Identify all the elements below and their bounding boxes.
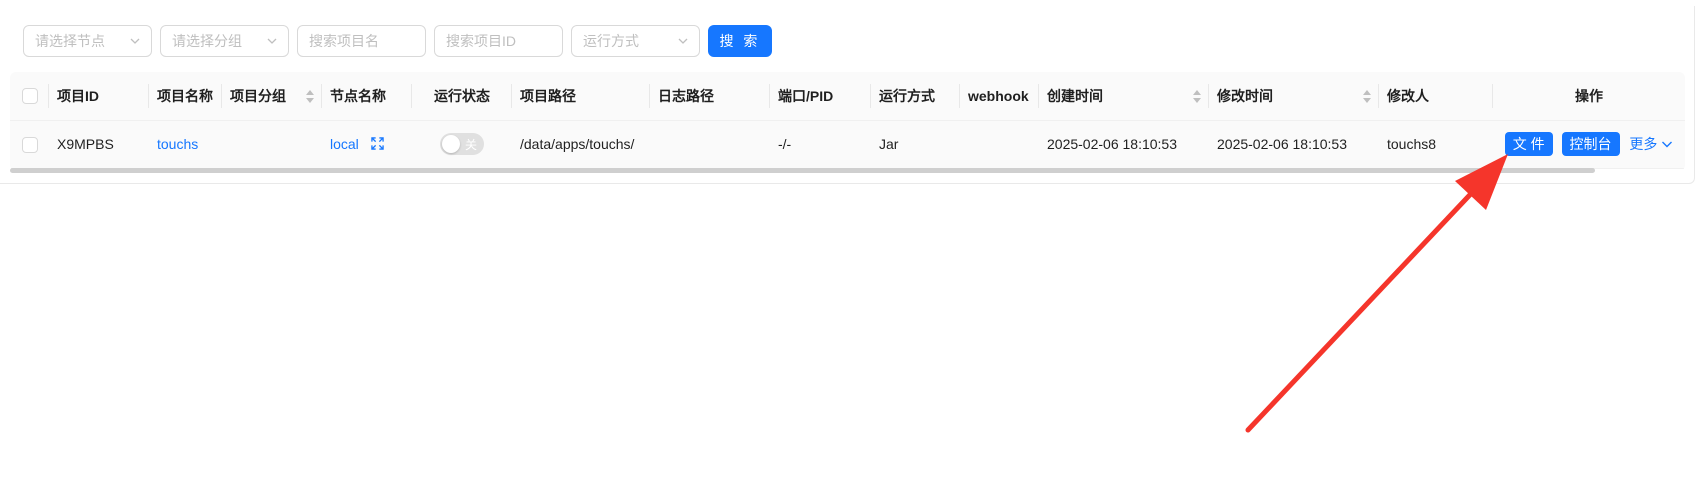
run-mode-select[interactable]: 运行方式 [571, 25, 700, 57]
filter-bar: 请选择节点 请选择分组 搜索项目名 搜索项目ID 运行方式 搜 索 [23, 25, 772, 57]
project-name-link[interactable]: touchs [157, 136, 198, 152]
table-row: X9MPBS touchs local 关 /data/apps/touchs/ [10, 120, 1685, 169]
group-select[interactable]: 请选择分组 [160, 25, 289, 57]
project-name-cell: touchs [149, 120, 222, 169]
group-select-placeholder: 请选择分组 [172, 33, 242, 49]
sort-icon[interactable] [1363, 90, 1371, 103]
run-mode-cell: Jar [871, 120, 960, 169]
header-modified-by-label: 修改人 [1387, 87, 1429, 104]
row-checkbox[interactable] [21, 136, 38, 153]
project-id-search-placeholder: 搜索项目ID [446, 33, 516, 49]
select-all-checkbox[interactable] [21, 88, 38, 105]
header-created-at[interactable]: 创建时间 [1039, 72, 1209, 121]
header-run-mode-label: 运行方式 [879, 87, 935, 104]
more-dropdown[interactable]: 更多 [1629, 136, 1673, 152]
header-project-path-label: 项目路径 [520, 87, 576, 104]
select-all-header [10, 72, 49, 121]
header-project-id-label: 项目ID [57, 87, 99, 104]
header-node-name-label: 节点名称 [330, 87, 386, 104]
header-run-status: 运行状态 [412, 72, 512, 121]
webhook-cell [960, 120, 1039, 169]
header-project-id: 项目ID [49, 72, 149, 121]
header-project-group[interactable]: 项目分组 [222, 72, 322, 121]
header-modified-by: 修改人 [1379, 72, 1493, 121]
header-webhook: webhook [960, 72, 1039, 121]
project-path-cell: /data/apps/touchs/ [512, 120, 650, 169]
console-button[interactable]: 控制台 [1561, 132, 1620, 156]
chevron-down-icon [1662, 141, 1673, 148]
switch-knob [442, 135, 460, 153]
header-run-status-label: 运行状态 [434, 87, 490, 104]
project-name-search-placeholder: 搜索项目名 [309, 33, 379, 49]
header-port-pid: 端口/PID [770, 72, 871, 121]
header-created-at-label: 创建时间 [1047, 87, 1103, 104]
header-log-path: 日志路径 [650, 72, 770, 121]
node-select-placeholder: 请选择节点 [35, 33, 105, 49]
more-label: 更多 [1629, 136, 1658, 152]
modified-by-cell: touchs8 [1379, 120, 1493, 169]
node-name-link[interactable]: local [330, 136, 359, 152]
file-button[interactable]: 文 件 [1504, 132, 1553, 156]
chevron-down-icon [130, 38, 140, 44]
switch-label: 关 [464, 138, 477, 152]
header-log-path-label: 日志路径 [658, 87, 714, 104]
horizontal-scrollbar[interactable] [10, 168, 1595, 173]
modified-at-cell: 2025-02-06 18:10:53 [1209, 120, 1379, 169]
project-id-cell: X9MPBS [49, 120, 149, 169]
chevron-down-icon [267, 38, 277, 44]
header-node-name: 节点名称 [322, 72, 412, 121]
run-status-cell: 关 [412, 120, 512, 169]
project-table: 项目ID 项目名称 项目分组 节点名称 运行状态 项目路径 日志路径 端口/PI… [10, 72, 1685, 171]
project-id-search-input[interactable]: 搜索项目ID [434, 25, 563, 57]
header-webhook-label: webhook [968, 87, 1029, 104]
fullscreen-icon[interactable] [370, 137, 384, 150]
run-mode-select-placeholder: 运行方式 [583, 33, 639, 49]
table-header-row: 项目ID 项目名称 项目分组 节点名称 运行状态 项目路径 日志路径 端口/PI… [10, 72, 1685, 121]
header-modified-at[interactable]: 修改时间 [1209, 72, 1379, 121]
port-pid-cell: -/- [770, 120, 871, 169]
log-path-cell [650, 120, 770, 169]
header-actions: 操作 [1493, 72, 1685, 121]
created-at-cell: 2025-02-06 18:10:53 [1039, 120, 1209, 169]
sort-icon[interactable] [1193, 90, 1201, 103]
sort-icon[interactable] [306, 90, 314, 103]
chevron-down-icon [678, 38, 688, 44]
header-port-pid-label: 端口/PID [778, 87, 834, 104]
node-select[interactable]: 请选择节点 [23, 25, 152, 57]
search-button[interactable]: 搜 索 [708, 25, 772, 57]
header-run-mode: 运行方式 [871, 72, 960, 121]
header-modified-at-label: 修改时间 [1217, 87, 1273, 104]
header-actions-label: 操作 [1575, 87, 1603, 104]
header-project-group-label: 项目分组 [230, 87, 286, 104]
run-status-switch[interactable]: 关 [440, 133, 484, 155]
header-project-name: 项目名称 [149, 72, 222, 121]
header-project-name-label: 项目名称 [157, 87, 213, 104]
header-project-path: 项目路径 [512, 72, 650, 121]
actions-cell: 文 件 控制台 更多 [1493, 120, 1685, 169]
node-name-cell: local [322, 120, 412, 169]
project-group-cell [222, 120, 322, 169]
project-name-search-input[interactable]: 搜索项目名 [297, 25, 426, 57]
row-select-cell [10, 120, 49, 169]
